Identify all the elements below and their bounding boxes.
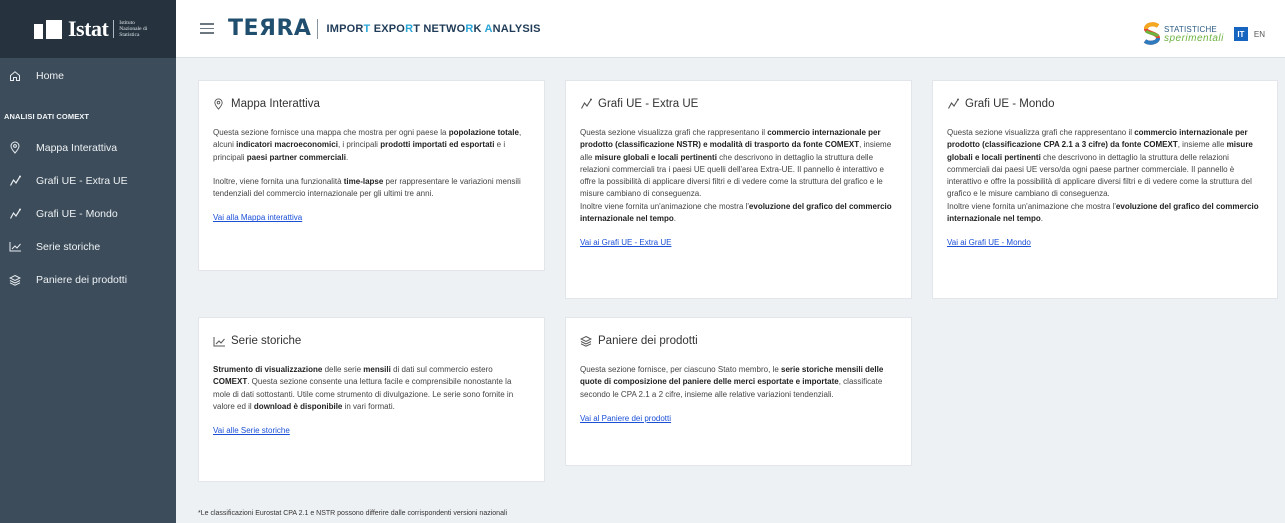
layers-icon <box>580 334 594 348</box>
map-pin-icon <box>6 141 24 155</box>
graph-icon <box>6 207 24 221</box>
sidebar-item-label: Mappa Interattiva <box>36 141 118 154</box>
terra-logo[interactable]: TEЯRA <box>228 16 311 41</box>
card-description: Questa sezione visualizza grafi che rapp… <box>580 128 892 224</box>
card-paniere-prodotti: Paniere dei prodotti Questa sezione forn… <box>565 317 912 466</box>
sidebar-section-title: ANALISI DATI COMEXT <box>4 112 90 121</box>
brand-subtitle: Istituto Nazionale di Statistica <box>119 20 148 38</box>
statlogo-line2: sperimentali <box>1163 33 1224 44</box>
language-switcher: IT EN <box>1233 27 1265 41</box>
sidebar-item-grafi-extra-ue[interactable]: Grafi UE - Extra UE <box>0 164 176 197</box>
sidebar-item-label: Serie storiche <box>36 240 101 253</box>
brand-divider <box>113 20 115 38</box>
card-grafi-mondo: Grafi UE - Mondo Questa sezione visualiz… <box>932 80 1278 299</box>
istat-logo[interactable]: Istat Istituto Nazionale di Statistica <box>0 0 176 58</box>
sidebar-item-label: Paniere dei prodotti <box>36 273 128 286</box>
sidebar-item-paniere-prodotti[interactable]: Paniere dei prodotti <box>0 263 176 296</box>
sidebar-item-label: Grafi UE - Mondo <box>36 207 118 220</box>
brand-name: Istat <box>68 16 109 41</box>
sidebar: Istat Istituto Nazionale di Statistica H… <box>0 0 176 523</box>
sidebar-item-label: Grafi UE - Extra UE <box>36 174 128 187</box>
card-title-text: Paniere dei prodotti <box>598 335 698 347</box>
card-title-text: Mappa Interattiva <box>231 98 320 110</box>
card-title: Paniere dei prodotti <box>580 334 897 348</box>
card-grafi-extra-ue: Grafi UE - Extra UE Questa sezione visua… <box>565 80 912 299</box>
sidebar-item-serie-storiche[interactable]: Serie storiche <box>0 230 176 263</box>
card-description: Questa sezione fornisce una mappa che mo… <box>213 128 522 162</box>
card-title: Grafi UE - Extra UE <box>580 97 897 111</box>
card-link-extra-ue[interactable]: Vai ai Grafi UE - Extra UE <box>580 238 671 247</box>
line-chart-icon <box>6 240 24 254</box>
home-icon <box>6 69 24 83</box>
card-title-text: Serie storiche <box>231 335 302 347</box>
sidebar-item-label: Home <box>36 70 65 82</box>
sidebar-item-grafi-mondo[interactable]: Grafi UE - Mondo <box>0 197 176 230</box>
logo-divider <box>317 18 319 39</box>
card-serie-storiche: Serie storiche Strumento di visualizzazi… <box>198 317 545 482</box>
lang-it-button[interactable]: IT <box>1233 27 1248 41</box>
card-description: Inoltre, viene fornita una funzionalità … <box>213 176 521 199</box>
app-tagline: IMPORT EXPORT NETWORK ANALYSIS <box>326 22 541 35</box>
card-link-mappa[interactable]: Vai alla Mappa interattiva <box>213 213 302 222</box>
card-description: Questa sezione visualizza grafi che rapp… <box>947 128 1259 224</box>
layers-icon <box>6 273 24 287</box>
graph-icon <box>947 97 961 111</box>
istat-logo-mark-icon <box>34 19 62 39</box>
card-title: Serie storiche <box>213 334 530 348</box>
sidebar-item-home[interactable]: Home <box>0 60 176 92</box>
card-mappa-interattiva: Mappa Interattiva Questa sezione fornisc… <box>198 80 545 271</box>
line-chart-icon <box>213 334 227 348</box>
lang-en-button[interactable]: EN <box>1254 30 1265 39</box>
card-link-paniere[interactable]: Vai al Paniere dei prodotti <box>580 414 671 423</box>
statistiche-sperimentali-mark-icon <box>1143 22 1160 45</box>
map-pin-icon <box>213 97 227 111</box>
card-title: Mappa Interattiva <box>213 97 530 111</box>
card-title-text: Grafi UE - Mondo <box>965 98 1055 110</box>
graph-icon <box>6 174 24 188</box>
statistiche-sperimentali-logo[interactable]: STATISTICHE sperimentali <box>1142 22 1224 46</box>
sidebar-item-mappa-interattiva[interactable]: Mappa Interattiva <box>0 131 176 164</box>
card-link-mondo[interactable]: Vai ai Grafi UE - Mondo <box>947 238 1031 247</box>
footnote: *Le classificazioni Eurostat CPA 2.1 e N… <box>198 510 508 517</box>
card-link-serie[interactable]: Vai alle Serie storiche <box>213 426 290 435</box>
card-description: Questa sezione fornisce, per ciascuno St… <box>580 365 884 399</box>
card-title: Grafi UE - Mondo <box>947 97 1263 111</box>
top-header: TEЯRA IMPORT EXPORT NETWORK ANALYSIS STA… <box>176 0 1285 58</box>
card-title-text: Grafi UE - Extra UE <box>598 98 699 110</box>
card-description: Strumento di visualizzazione delle serie… <box>213 365 514 411</box>
graph-icon <box>580 97 594 111</box>
hamburger-menu-icon[interactable] <box>200 23 214 34</box>
